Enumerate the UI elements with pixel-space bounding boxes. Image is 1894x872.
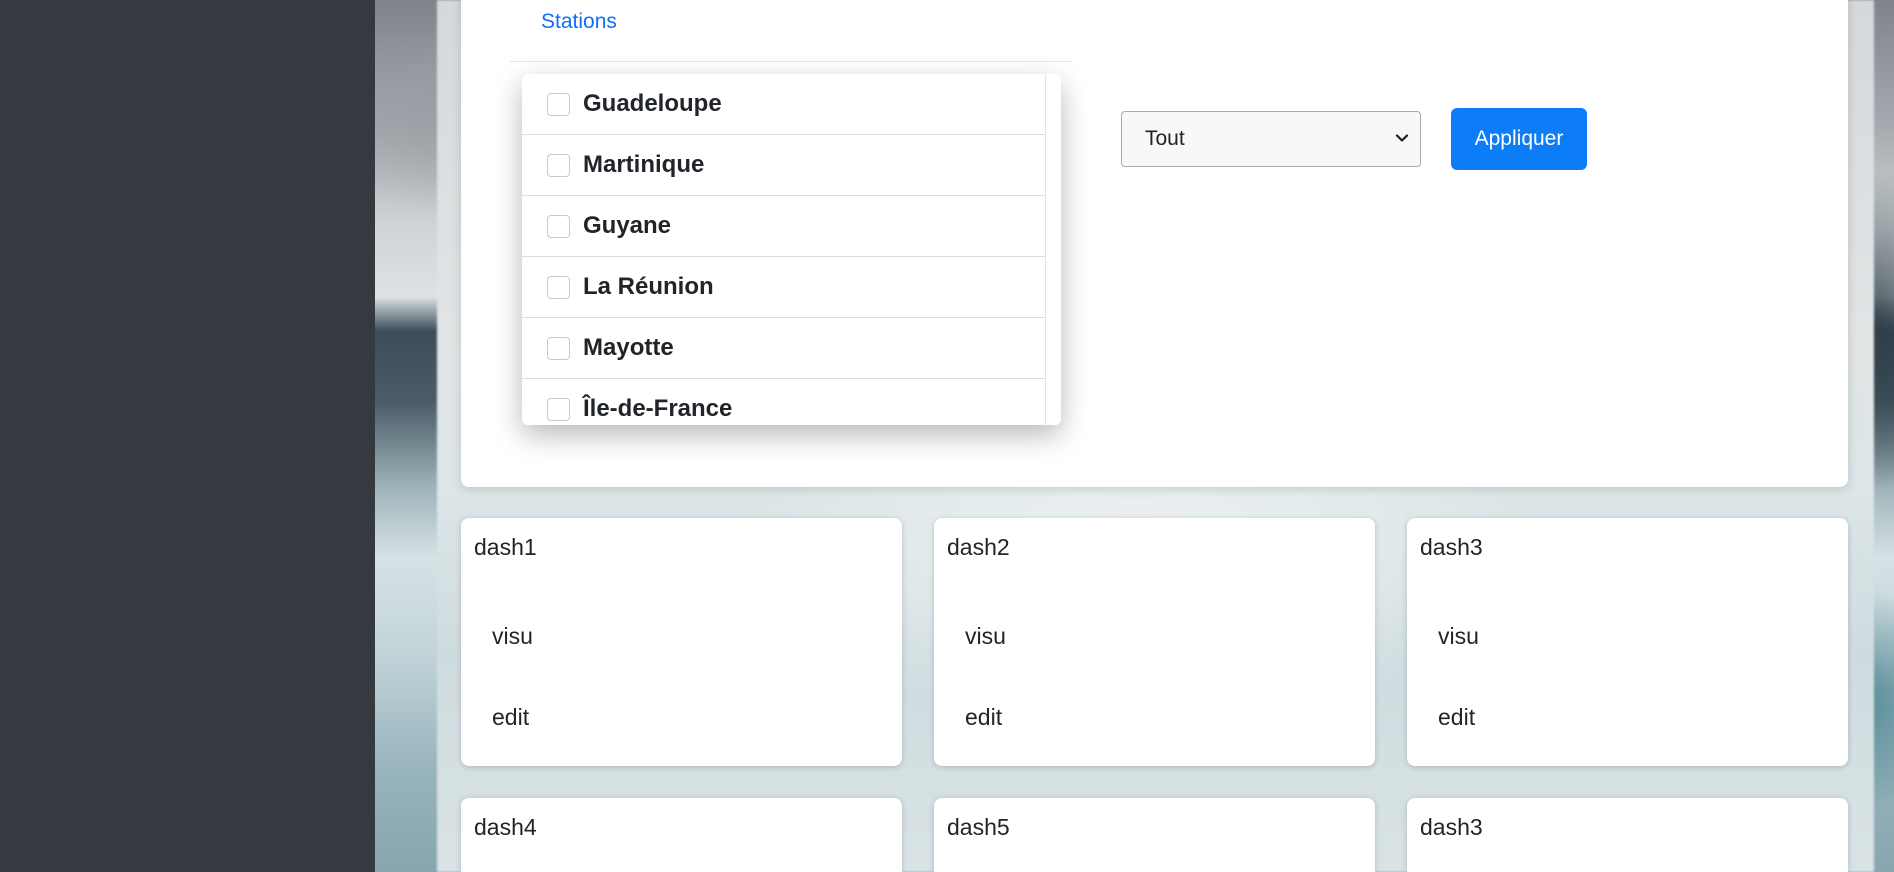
filter-select[interactable]: Tout bbox=[1121, 111, 1421, 167]
region-option-label: Mayotte bbox=[583, 334, 674, 361]
dashboard-title: dash1 bbox=[474, 534, 537, 560]
region-option-martinique[interactable]: Martinique bbox=[522, 135, 1045, 196]
dashboard-title: dash2 bbox=[947, 534, 1010, 560]
region-option-label: Guadeloupe bbox=[583, 90, 722, 117]
region-option-guyane[interactable]: Guyane bbox=[522, 196, 1045, 257]
region-option-guadeloupe[interactable]: Guadeloupe bbox=[522, 74, 1045, 135]
region-option-label: Martinique bbox=[583, 151, 705, 178]
region-checkbox[interactable] bbox=[547, 275, 570, 299]
region-checkbox[interactable] bbox=[547, 214, 570, 238]
dashboard-title: dash3 bbox=[1420, 814, 1483, 840]
visu-link[interactable]: visu bbox=[965, 623, 1006, 650]
region-option-label: La Réunion bbox=[583, 273, 714, 300]
dashboard-card: dash4 bbox=[461, 798, 902, 872]
edit-link[interactable]: edit bbox=[965, 704, 1002, 731]
tab-stations[interactable]: Stations bbox=[541, 10, 617, 34]
region-checkbox[interactable] bbox=[547, 336, 570, 360]
dashboard-card: dash5 bbox=[934, 798, 1375, 872]
filter-select-value: Tout bbox=[1145, 127, 1185, 150]
region-checkbox[interactable] bbox=[547, 397, 570, 421]
region-option-ile-de-france[interactable]: Île-de-France bbox=[522, 379, 1045, 425]
visu-link[interactable]: visu bbox=[492, 623, 533, 650]
region-option-la-reunion[interactable]: La Réunion bbox=[522, 257, 1045, 318]
dashboard-title: dash3 bbox=[1420, 534, 1483, 560]
region-option-label: Guyane bbox=[583, 212, 672, 239]
region-checkbox[interactable] bbox=[547, 92, 570, 116]
sidebar bbox=[0, 0, 375, 872]
dropdown-scrollbar[interactable] bbox=[1045, 74, 1061, 425]
region-option-mayotte[interactable]: Mayotte bbox=[522, 318, 1045, 379]
region-option-label: Île-de-France bbox=[583, 395, 733, 422]
apply-button[interactable]: Appliquer bbox=[1451, 108, 1587, 170]
region-checkbox[interactable] bbox=[547, 153, 570, 177]
tab-divider bbox=[510, 61, 1071, 62]
edit-link[interactable]: edit bbox=[1438, 704, 1475, 731]
dashboard-card: dash3 visu edit bbox=[1407, 518, 1848, 766]
dashboard-title: dash4 bbox=[474, 814, 537, 840]
visu-link[interactable]: visu bbox=[1438, 623, 1479, 650]
dashboard-card: dash3 bbox=[1407, 798, 1848, 872]
chevron-down-icon bbox=[1395, 134, 1409, 142]
region-dropdown-list[interactable]: Guadeloupe Martinique Guyane La Réunion … bbox=[522, 74, 1061, 425]
dashboard-title: dash5 bbox=[947, 814, 1010, 840]
dashboard-card: dash2 visu edit bbox=[934, 518, 1375, 766]
dashboard-card: dash1 visu edit bbox=[461, 518, 902, 766]
edit-link[interactable]: edit bbox=[492, 704, 529, 731]
